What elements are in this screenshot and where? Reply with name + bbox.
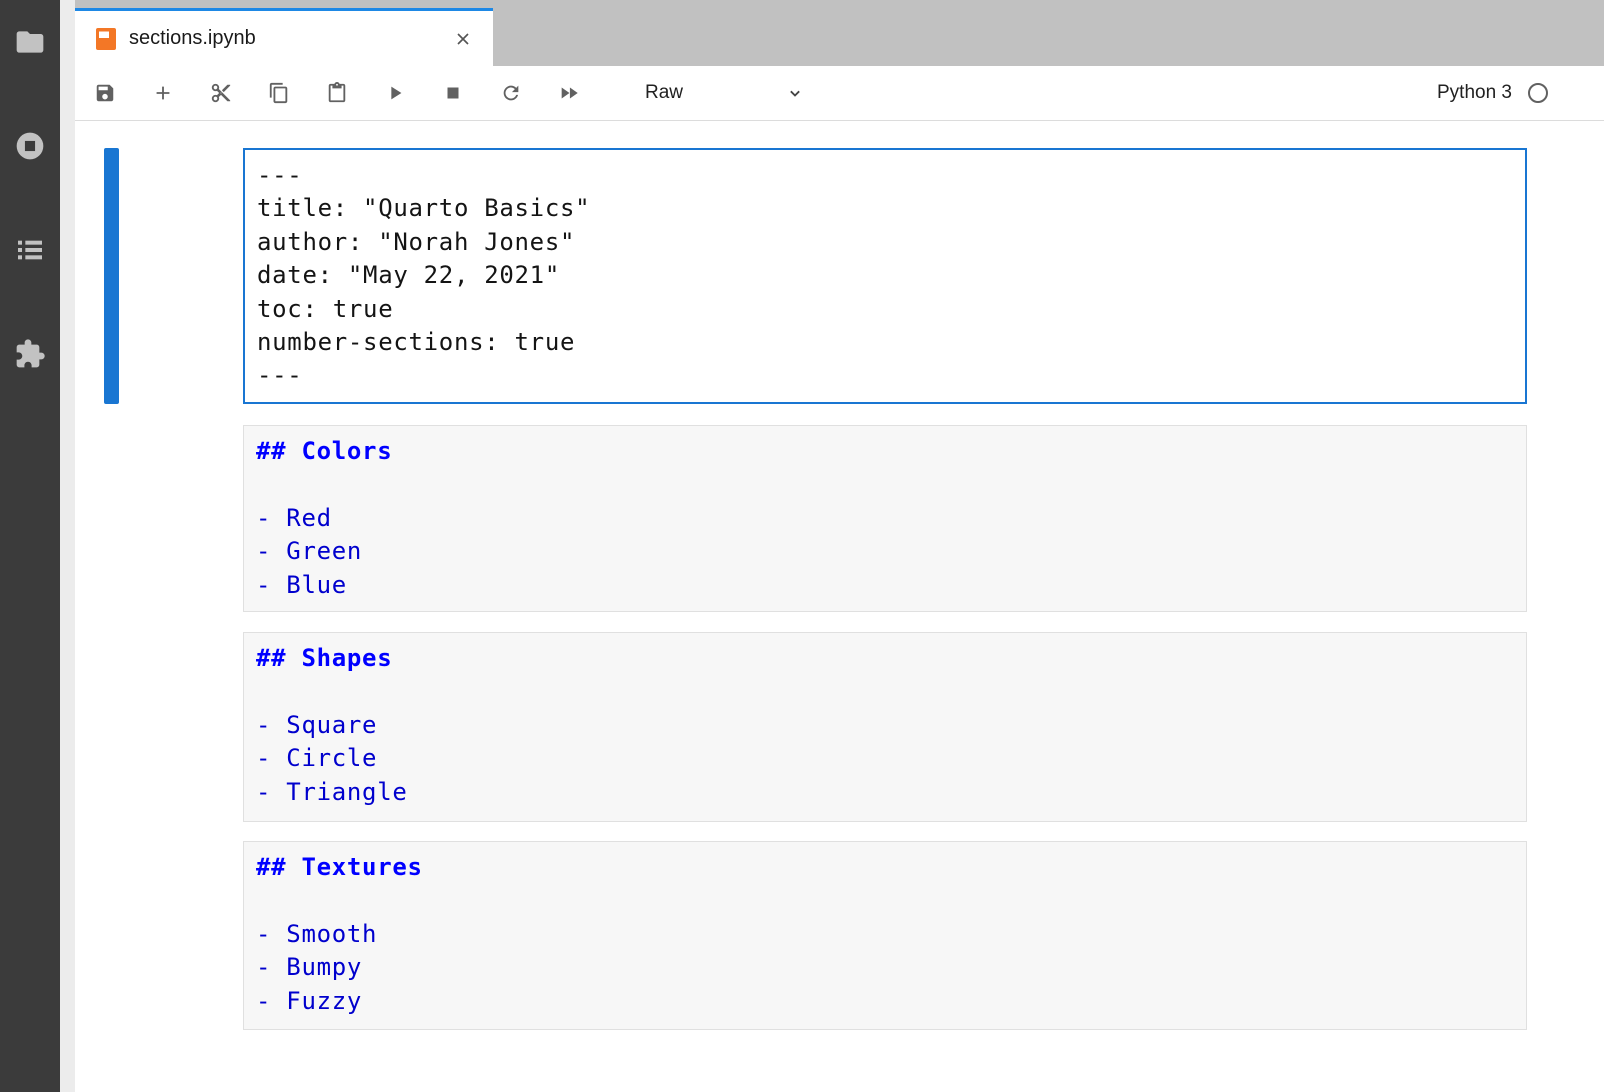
markdown-list-item: - Red — [256, 502, 1516, 535]
code-line: --- — [257, 359, 1515, 392]
markdown-cell-shapes[interactable]: ## Shapes - Square - Circle - Triangle — [243, 632, 1527, 822]
cell-type-value: Raw — [645, 82, 683, 104]
markdown-heading: ## Textures — [256, 851, 1516, 884]
notebook-icon — [95, 27, 117, 51]
markdown-list-item: - Circle — [256, 742, 1516, 775]
kernel-indicator: Python 3 — [1437, 82, 1548, 104]
markdown-heading: ## Colors — [256, 435, 1516, 468]
notebook-toolbar: Raw Python 3 — [75, 66, 1604, 121]
file-browser-icon[interactable] — [0, 26, 60, 130]
cut-icon[interactable] — [201, 73, 241, 113]
markdown-list-item: - Green — [256, 535, 1516, 568]
blank-line — [256, 884, 1516, 917]
add-cell-icon[interactable] — [143, 73, 183, 113]
run-icon[interactable] — [375, 73, 415, 113]
code-line: date: "May 22, 2021" — [257, 259, 1515, 292]
raw-cell-editor[interactable]: --- title: "Quarto Basics" author: "Nora… — [243, 148, 1527, 404]
close-icon[interactable] — [451, 27, 475, 51]
tab-title: sections.ipynb — [129, 27, 451, 50]
code-line: --- — [257, 159, 1515, 192]
main-area: sections.ipynb — [75, 0, 1604, 1092]
restart-kernel-icon[interactable] — [491, 73, 531, 113]
cell-type-dropdown[interactable]: Raw — [645, 82, 805, 104]
blank-line — [256, 675, 1516, 708]
tab-sections-ipynb[interactable]: sections.ipynb — [75, 8, 493, 66]
save-icon[interactable] — [85, 73, 125, 113]
tab-bar: sections.ipynb — [75, 0, 1604, 66]
code-line: author: "Norah Jones" — [257, 226, 1515, 259]
paste-icon[interactable] — [317, 73, 357, 113]
chevron-down-icon — [785, 83, 805, 103]
markdown-list-item: - Bumpy — [256, 951, 1516, 984]
notebook-area: --- title: "Quarto Basics" author: "Nora… — [75, 121, 1604, 1092]
copy-icon[interactable] — [259, 73, 299, 113]
markdown-list-item: - Smooth — [256, 918, 1516, 951]
markdown-cell-colors[interactable]: ## Colors - Red - Green - Blue — [243, 425, 1527, 612]
kernel-name[interactable]: Python 3 — [1437, 82, 1512, 104]
run-all-icon[interactable] — [549, 73, 589, 113]
left-sidebar — [0, 0, 60, 1092]
code-line: toc: true — [257, 293, 1515, 326]
markdown-heading: ## Shapes — [256, 642, 1516, 675]
blank-line — [256, 468, 1516, 501]
kernel-status-icon — [1528, 83, 1548, 103]
markdown-cell-textures[interactable]: ## Textures - Smooth - Bumpy - Fuzzy — [243, 841, 1527, 1030]
extensions-icon[interactable] — [0, 338, 60, 442]
running-kernels-icon[interactable] — [0, 130, 60, 234]
sidebar-divider — [60, 0, 75, 1092]
cell-collapser[interactable] — [104, 148, 119, 404]
code-line: title: "Quarto Basics" — [257, 192, 1515, 225]
code-line: number-sections: true — [257, 326, 1515, 359]
markdown-list-item: - Fuzzy — [256, 985, 1516, 1018]
table-of-contents-icon[interactable] — [0, 234, 60, 338]
markdown-list-item: - Triangle — [256, 776, 1516, 809]
markdown-list-item: - Square — [256, 709, 1516, 742]
markdown-list-item: - Blue — [256, 569, 1516, 602]
stop-icon[interactable] — [433, 73, 473, 113]
